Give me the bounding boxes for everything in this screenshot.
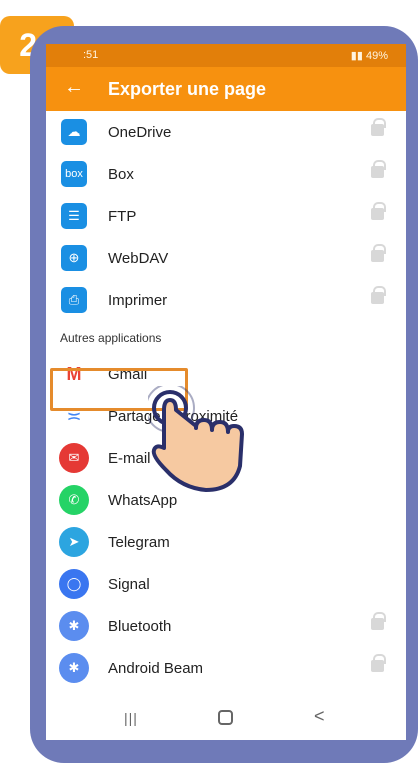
- page-title: Exporter une page: [108, 79, 267, 99]
- tap-hand-icon: [148, 386, 244, 492]
- home-button[interactable]: [218, 710, 233, 725]
- lock-icon: [371, 160, 386, 178]
- whatsapp-icon: ✆: [59, 485, 89, 515]
- list-item-label: Signal: [108, 576, 150, 593]
- list-item-android-beam[interactable]: ✱ Android Beam: [46, 647, 406, 689]
- lock-icon: [371, 118, 386, 136]
- list-item-label: WebDAV: [108, 250, 169, 267]
- list-item-bluetooth[interactable]: ✱ Bluetooth: [46, 605, 406, 647]
- email-icon: ✉: [59, 443, 89, 473]
- section-header-other-apps: Autres applications: [60, 331, 162, 345]
- signal-icon: ◯: [59, 569, 89, 599]
- list-item-telegram[interactable]: ➤ Telegram: [46, 521, 406, 563]
- list-item-signal[interactable]: ◯ Signal: [46, 563, 406, 605]
- list-item-label: E-mail: [108, 450, 151, 467]
- onedrive-icon: ☁: [61, 119, 87, 145]
- status-bar: :51 ▮▮ 49%: [46, 44, 406, 67]
- status-time: :51: [83, 49, 99, 61]
- list-item-label: Imprimer: [108, 292, 168, 309]
- list-item-onedrive[interactable]: ☁ OneDrive: [46, 111, 406, 153]
- system-back-button[interactable]: <: [314, 706, 325, 727]
- battery-level: ▮▮ 49%: [350, 50, 388, 62]
- printer-icon: ⎙: [61, 287, 87, 313]
- list-item-label: Bluetooth: [108, 618, 172, 635]
- lock-icon: [371, 202, 386, 220]
- app-bar: ← Exporter une page: [46, 67, 406, 111]
- list-item-imprimer[interactable]: ⎙ Imprimer: [46, 279, 406, 321]
- ftp-icon: ☰: [61, 203, 87, 229]
- list-item-label: Android Beam: [108, 660, 204, 677]
- lock-icon: [371, 612, 386, 630]
- list-item-webdav[interactable]: ⊕ WebDAV: [46, 237, 406, 279]
- list-item-label: FTP: [108, 208, 137, 225]
- lock-icon: [371, 244, 386, 262]
- system-nav-bar: ||| <: [46, 698, 406, 740]
- list-item-label: Telegram: [108, 534, 170, 551]
- list-item-ftp[interactable]: ☰ FTP: [46, 195, 406, 237]
- webdav-icon: ⊕: [61, 245, 87, 271]
- telegram-icon: ➤: [59, 527, 89, 557]
- list-item-label: Box: [108, 166, 134, 183]
- lock-icon: [371, 654, 386, 672]
- bluetooth-icon: ✱: [59, 611, 89, 641]
- lock-icon: [371, 286, 386, 304]
- list-item-label: OneDrive: [108, 124, 172, 141]
- android-beam-icon: ✱: [59, 653, 89, 683]
- box-icon: box: [61, 161, 87, 187]
- signal-icon-status: ▮▮: [350, 50, 366, 62]
- back-arrow-icon[interactable]: ←: [64, 76, 84, 99]
- list-item-box[interactable]: box Box: [46, 153, 406, 195]
- recent-apps-button[interactable]: |||: [124, 710, 138, 726]
